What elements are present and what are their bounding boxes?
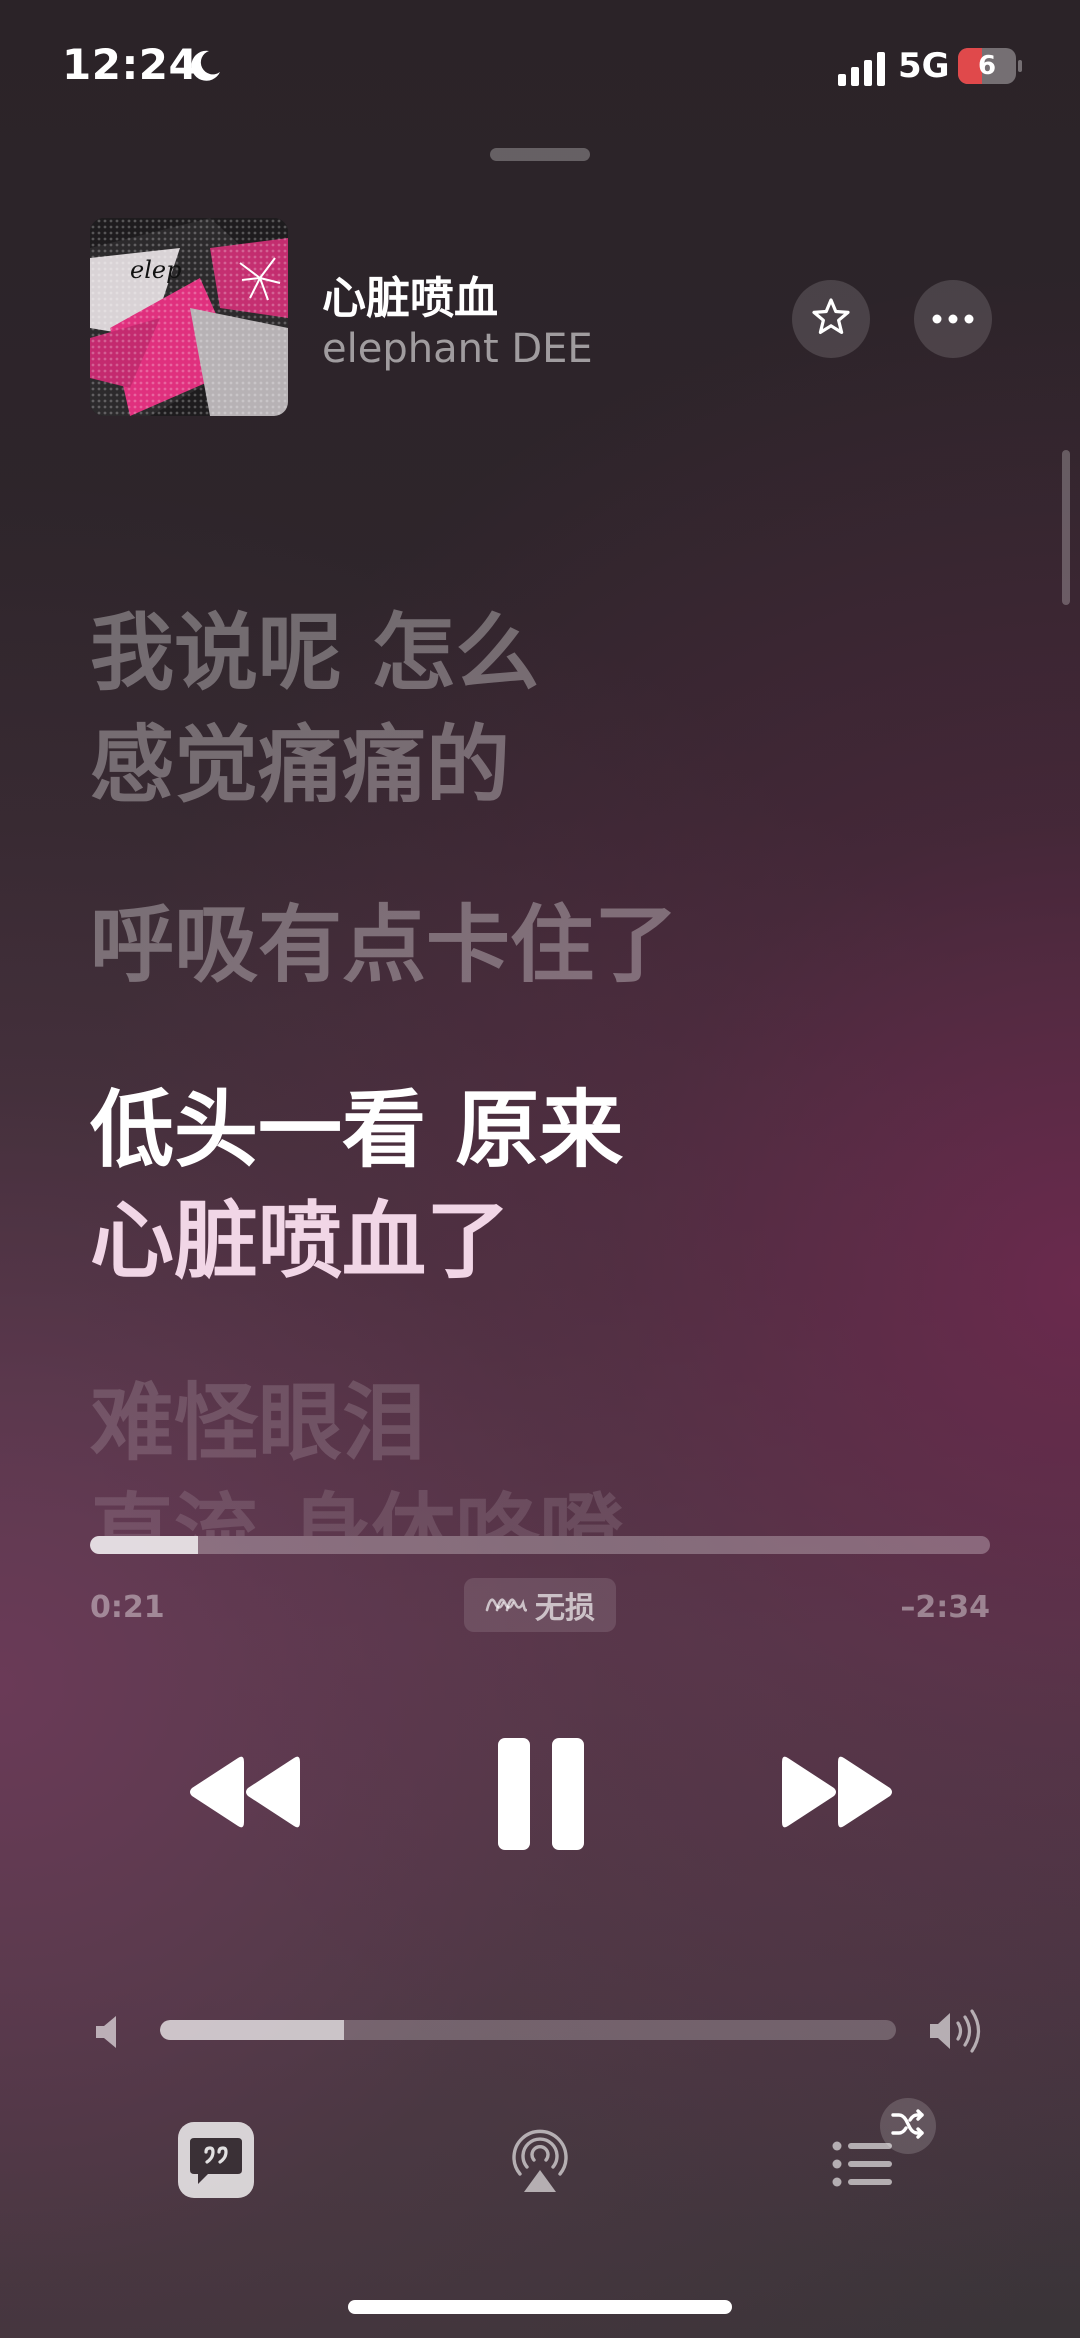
forward-icon: [776, 1756, 896, 1836]
remaining-time: –2:34: [900, 1590, 990, 1625]
signal-icon: [838, 52, 886, 86]
sheet-grabber[interactable]: [490, 148, 590, 161]
volume-slider[interactable]: [160, 2020, 896, 2040]
lyric-line[interactable]: 感觉痛痛的: [90, 710, 510, 820]
progress-fill: [90, 1536, 198, 1554]
lyric-line[interactable]: 我说呢 怎么: [90, 598, 539, 708]
forward-button[interactable]: [776, 1752, 896, 1832]
shuffle-icon: [891, 2109, 925, 2143]
volume-fill: [160, 2020, 344, 2040]
more-icon: [931, 310, 975, 329]
lyric-line[interactable]: 直流 身体咯噔: [90, 1478, 623, 1536]
moon-icon: [187, 48, 223, 84]
progress-slider[interactable]: [90, 1536, 990, 1554]
lyric-line-clipped: 直流 身体咯噔: [90, 1478, 990, 1536]
lyric-line-current[interactable]: 心脏喷血了: [90, 1186, 510, 1296]
album-art[interactable]: elep: [90, 218, 288, 416]
lossless-label: 无损: [535, 1591, 595, 1626]
volume-low-icon: [92, 2012, 126, 2052]
network-type: 5G: [898, 46, 950, 86]
pause-button[interactable]: [496, 1736, 586, 1852]
airplay-button[interactable]: [508, 2124, 572, 2196]
lyrics-scroll-indicator[interactable]: [1062, 450, 1070, 605]
queue-icon: [832, 2141, 894, 2194]
lyric-line[interactable]: 难怪眼泪: [90, 1368, 426, 1478]
battery-icon: 6: [958, 48, 1022, 88]
airplay-icon: [508, 2129, 572, 2200]
star-icon: [809, 295, 853, 343]
home-indicator[interactable]: [348, 2300, 732, 2314]
song-title: 心脏喷血: [322, 273, 498, 324]
volume-high-icon: [928, 2008, 986, 2054]
lyric-line-current[interactable]: 低头一看 原来: [90, 1075, 623, 1185]
artist-name[interactable]: elephant DEE: [322, 326, 593, 372]
status-time: 12:24: [62, 40, 199, 89]
pause-icon: [496, 1738, 586, 1856]
rewind-button[interactable]: [186, 1752, 306, 1832]
lyrics-icon: [178, 2122, 254, 2202]
lyric-line[interactable]: 呼吸有点卡住了: [90, 890, 678, 1000]
lossless-badge[interactable]: 无损: [464, 1578, 616, 1632]
battery-level: 6: [977, 51, 997, 81]
elapsed-time: 0:21: [90, 1590, 165, 1625]
more-button[interactable]: [914, 280, 992, 358]
shuffle-indicator: [880, 2098, 936, 2154]
favorite-button[interactable]: [792, 280, 870, 358]
album-art-text: elep: [130, 256, 181, 284]
rewind-icon: [186, 1756, 306, 1836]
lyrics-button[interactable]: [178, 2122, 254, 2198]
queue-button[interactable]: [832, 2138, 894, 2190]
lossless-wave-icon: [485, 1590, 528, 1620]
